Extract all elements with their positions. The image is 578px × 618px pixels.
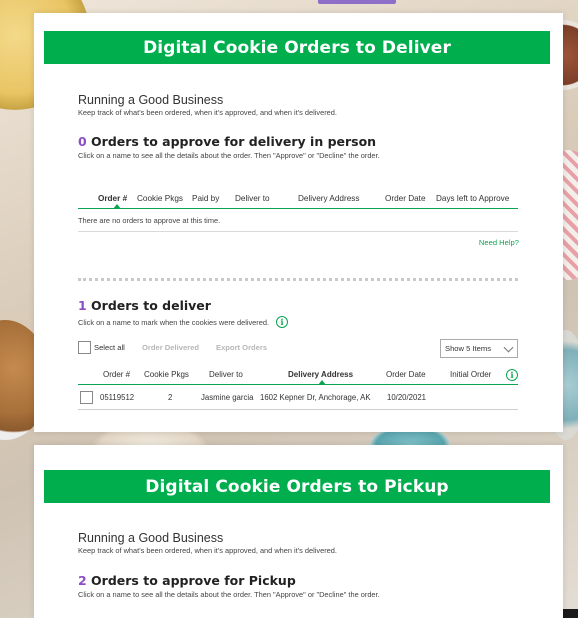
col-initial-order[interactable]: Initial Order xyxy=(450,370,491,379)
show-items-value: Show 5 Items xyxy=(445,344,492,353)
deliver-count: 1 xyxy=(78,298,87,313)
deliver-toolbar: Select all Order Delivered Export Orders… xyxy=(78,339,518,359)
row-order-date: 10/20/2021 xyxy=(387,393,427,402)
background-decoration xyxy=(318,0,396,4)
approve-table-header: Order # Cookie Pkgs Paid by Deliver to D… xyxy=(78,191,518,209)
show-items-select[interactable]: Show 5 Items xyxy=(440,339,518,358)
approve-empty-message: There are no orders to approve at this t… xyxy=(78,210,518,232)
approve-heading: 0 Orders to approve for delivery in pers… xyxy=(78,134,376,149)
deliver-instructions-row: Click on a name to mark when the cookies… xyxy=(78,316,289,328)
need-help-link[interactable]: Need Help? xyxy=(479,238,519,247)
row-address: 1602 Kepner Dr, Anchorage, AK xyxy=(260,393,371,402)
chevron-down-icon xyxy=(503,342,514,353)
row-order-no: 05119512 xyxy=(100,393,135,402)
deliver-instructions: Click on a name to mark when the cookies… xyxy=(78,317,270,327)
col-cookie-pkgs[interactable]: Cookie Pkgs xyxy=(137,194,183,203)
col-order-date[interactable]: Order Date xyxy=(385,194,426,203)
pickup-approve-count: 2 xyxy=(78,573,87,588)
approve-instructions: Click on a name to see all the details a… xyxy=(78,151,380,160)
col-days-left[interactable]: Days left to Approve xyxy=(436,194,509,203)
col-delivery-address[interactable]: Delivery Address xyxy=(288,370,353,379)
pickup-approve-instructions: Click on a name to see all the details a… xyxy=(78,590,380,599)
approve-heading-label: Orders to approve for delivery in person xyxy=(86,134,377,149)
select-all-label[interactable]: Select all xyxy=(94,343,125,352)
intro-subtitle: Keep track of what's been ordered, when … xyxy=(78,546,337,555)
deliver-banner: Digital Cookie Orders to Deliver xyxy=(44,31,550,64)
intro-title: Running a Good Business xyxy=(78,93,224,107)
row-deliver-to[interactable]: Jasmine garcia xyxy=(201,393,253,402)
info-icon[interactable]: i xyxy=(506,369,518,381)
pickup-approve-heading: 2 Orders to approve for Pickup xyxy=(78,573,296,588)
table-row[interactable]: 05119512 2 Jasmine garcia 1602 Kepner Dr… xyxy=(78,385,518,410)
col-deliver-to[interactable]: Deliver to xyxy=(209,370,243,379)
deliver-heading-label: Orders to deliver xyxy=(86,298,211,313)
pickup-banner: Digital Cookie Orders to Pickup xyxy=(44,470,550,503)
deliver-heading: 1 Orders to deliver xyxy=(78,298,211,313)
col-paid-by[interactable]: Paid by xyxy=(192,194,219,203)
col-deliver-to[interactable]: Deliver to xyxy=(235,194,270,203)
select-all-checkbox[interactable] xyxy=(78,341,91,354)
order-delivered-button[interactable]: Order Delivered xyxy=(142,343,199,352)
intro-title: Running a Good Business xyxy=(78,531,224,545)
col-delivery-address[interactable]: Delivery Address xyxy=(298,194,359,203)
row-cookie-pkgs: 2 xyxy=(168,393,173,402)
deliver-table-header: Order # Cookie Pkgs Deliver to Delivery … xyxy=(78,367,518,385)
intro-subtitle: Keep track of what's been ordered, when … xyxy=(78,108,337,117)
col-order-date[interactable]: Order Date xyxy=(386,370,426,379)
col-order-no[interactable]: Order # xyxy=(98,194,127,203)
sort-caret-icon xyxy=(113,204,121,209)
deliver-card: Digital Cookie Orders to Deliver Running… xyxy=(34,13,563,432)
export-orders-button[interactable]: Export Orders xyxy=(216,343,267,352)
pickup-approve-heading-label: Orders to approve for Pickup xyxy=(86,573,296,588)
info-icon[interactable]: i xyxy=(276,316,289,328)
row-checkbox[interactable] xyxy=(80,391,93,404)
approve-count: 0 xyxy=(78,134,87,149)
pickup-card: Digital Cookie Orders to Pickup Running … xyxy=(34,445,563,618)
section-divider xyxy=(78,278,518,281)
col-order-no[interactable]: Order # xyxy=(103,370,130,379)
col-cookie-pkgs[interactable]: Cookie Pkgs xyxy=(144,370,189,379)
